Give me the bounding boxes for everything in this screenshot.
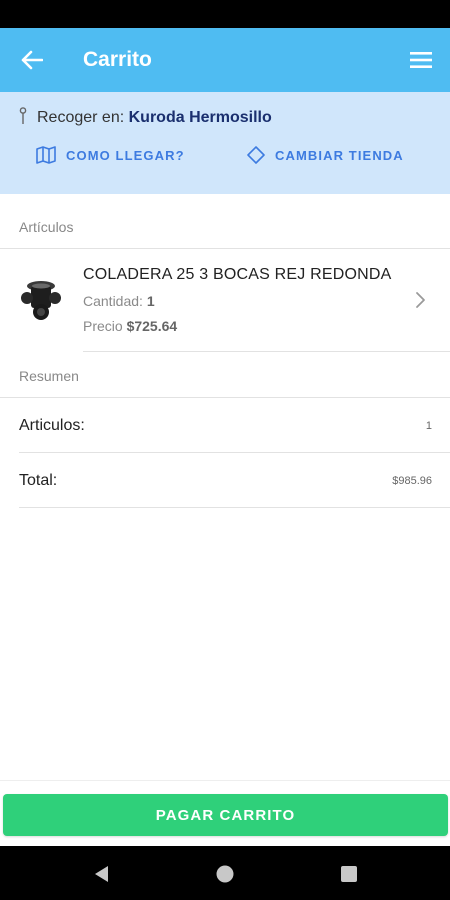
divider	[83, 351, 450, 352]
map-icon	[36, 146, 56, 164]
product-price: Precio $725.64	[83, 317, 177, 335]
checkout-bar: PAGAR CARRITO	[0, 780, 450, 846]
diamond-direction-icon	[247, 146, 265, 164]
divider	[0, 248, 450, 249]
nav-recents-square-icon	[341, 866, 357, 882]
summary-label: Articulos:	[19, 417, 85, 434]
items-section-header: Artículos	[19, 219, 74, 235]
system-navigation-bar	[0, 846, 450, 900]
nav-home-circle-icon	[216, 865, 234, 883]
summary-value: 1	[425, 420, 432, 432]
store-name: Kuroda Hermosillo	[128, 109, 272, 126]
summary-label: Total:	[19, 472, 58, 489]
product-quantity: Cantidad: 1	[83, 292, 155, 310]
nav-recents-button[interactable]	[338, 863, 360, 885]
pay-cart-button[interactable]: PAGAR CARRITO	[3, 794, 448, 836]
hamburger-menu-icon	[410, 52, 432, 68]
change-store-label: CAMBIAR TIENDA	[275, 147, 404, 163]
price-label: Precio	[83, 318, 123, 334]
status-bar	[0, 0, 450, 28]
product-name: COLADERA 25 3 BOCAS REJ REDONDA	[83, 266, 392, 283]
menu-button[interactable]	[406, 46, 436, 74]
pickup-label: Recoger en:	[37, 109, 125, 126]
drain-product-image	[21, 281, 61, 320]
page-title: Carrito	[83, 48, 152, 71]
quantity-label: Cantidad:	[83, 293, 143, 309]
change-store-button[interactable]: CAMBIAR TIENDA	[247, 143, 404, 167]
nav-home-button[interactable]	[214, 863, 236, 885]
divider	[19, 507, 450, 508]
chevron-right-icon	[416, 292, 425, 308]
location-pin-icon	[19, 107, 27, 124]
directions-label: COMO LLEGAR?	[66, 147, 185, 163]
nav-back-triangle-icon	[95, 866, 108, 882]
cart-item[interactable]: COLADERA 25 3 BOCAS REJ REDONDA Cantidad…	[0, 250, 450, 352]
nav-back-button[interactable]	[90, 863, 112, 885]
price-value: $725.64	[126, 318, 178, 334]
directions-button[interactable]: COMO LLEGAR?	[36, 143, 185, 167]
app-bar: Carrito	[0, 28, 450, 92]
arrow-left-icon	[21, 50, 43, 70]
summary-row-articles: Articulos: 1	[0, 398, 450, 452]
summary-row-total: Total: $985.96	[0, 453, 450, 507]
summary-section-header: Resumen	[19, 368, 79, 384]
back-button[interactable]	[14, 44, 50, 76]
summary-value: $985.96	[392, 475, 432, 487]
quantity-value: 1	[146, 293, 155, 309]
pickup-location: Recoger en: Kuroda Hermosillo	[37, 108, 272, 128]
